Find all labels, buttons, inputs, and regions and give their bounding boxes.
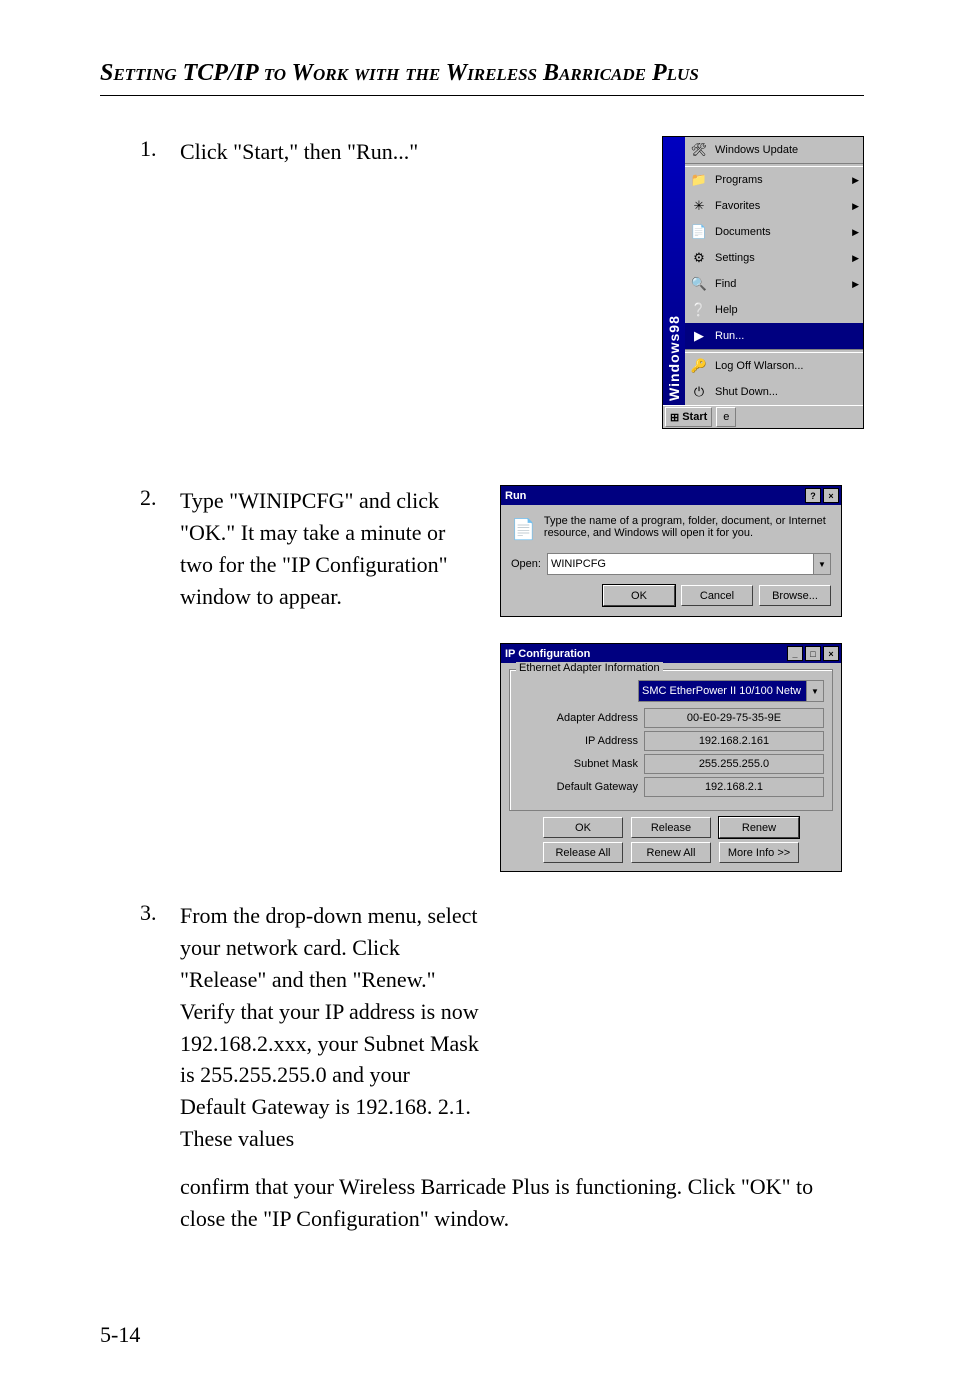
ipc-nic-select[interactable]: [638, 680, 806, 702]
menu-label: Log Off Wlarson...: [715, 360, 803, 372]
menu-label: Help: [715, 304, 738, 316]
steps-list: 1. Click "Start," then "Run..." Windows9…: [100, 136, 864, 1155]
ipc-renew-button[interactable]: Renew: [719, 817, 799, 838]
step-1: 1. Click "Start," then "Run..." Windows9…: [140, 136, 864, 457]
run-dialog: Run ? × 📄 Type the name of a program, fo…: [500, 485, 842, 617]
title-rule: [100, 95, 864, 96]
menu-label: Run...: [715, 330, 744, 342]
step-number: 1.: [140, 136, 180, 162]
run-cancel-button[interactable]: Cancel: [681, 585, 753, 606]
submenu-arrow-icon: ▶: [852, 279, 859, 290]
step-2: 2. Type "WINIPCFG" and click "OK." It ma…: [140, 485, 864, 872]
page-title: Setting TCP/IP to Work with the Wireless…: [100, 60, 864, 87]
start-menu-side-label: Windows98: [663, 137, 685, 405]
ipc-more-info-button[interactable]: More Info >>: [719, 842, 799, 863]
menu-programs[interactable]: 📁 Programs ▶: [685, 167, 863, 193]
ipc-renew-all-button[interactable]: Renew All: [631, 842, 711, 863]
ipc-ip-value: 192.168.2.161: [644, 731, 824, 751]
menu-documents[interactable]: 📄 Documents ▶: [685, 219, 863, 245]
ipc-gw-value: 192.168.2.1: [644, 777, 824, 797]
logoff-icon: 🔑: [689, 356, 709, 376]
programs-icon: 📁: [689, 170, 709, 190]
dropdown-arrow-icon[interactable]: ▼: [806, 680, 824, 702]
documents-icon: 📄: [689, 222, 709, 242]
step-number: 2.: [140, 485, 180, 511]
windows-logo-icon: ⊞: [670, 411, 679, 424]
ipc-gw-label: Default Gateway: [518, 781, 644, 793]
run-ok-button[interactable]: OK: [603, 585, 675, 606]
menu-windows-update[interactable]: 🛠 Windows Update: [685, 137, 863, 163]
menu-favorites[interactable]: ✳ Favorites ▶: [685, 193, 863, 219]
step-text: Type "WINIPCFG" and click "OK." It may t…: [180, 485, 480, 613]
close-button[interactable]: ×: [823, 488, 839, 503]
run-open-label: Open:: [511, 558, 541, 570]
step-text: From the drop-down menu, select your net…: [180, 900, 480, 1155]
step-text: Click "Start," then "Run...": [180, 136, 642, 168]
menu-label: Settings: [715, 252, 755, 264]
run-title: Run: [505, 490, 526, 502]
submenu-arrow-icon: ▶: [852, 227, 859, 238]
ipc-mask-value: 255.255.255.0: [644, 754, 824, 774]
run-browse-button[interactable]: Browse...: [759, 585, 831, 606]
ipc-adapter-value: 00-E0-29-75-35-9E: [644, 708, 824, 728]
shutdown-icon: ⏻: [689, 382, 709, 402]
ipc-mask-label: Subnet Mask: [518, 758, 644, 770]
maximize-button[interactable]: □: [805, 646, 821, 661]
taskbar: ⊞ Start e: [663, 405, 863, 428]
ipc-release-all-button[interactable]: Release All: [543, 842, 623, 863]
ipc-ip-label: IP Address: [518, 735, 644, 747]
menu-label: Documents: [715, 226, 771, 238]
ipc-adapter-label: Adapter Address: [518, 712, 644, 724]
close-button[interactable]: ×: [823, 646, 839, 661]
page: Setting TCP/IP to Work with the Wireless…: [0, 0, 954, 1388]
find-icon: 🔍: [689, 274, 709, 294]
menu-label: Windows Update: [715, 144, 798, 156]
ipc-title: IP Configuration: [505, 648, 590, 660]
menu-label: Programs: [715, 174, 763, 186]
help-icon: ❔: [689, 300, 709, 320]
help-button[interactable]: ?: [805, 488, 821, 503]
menu-label: Shut Down...: [715, 386, 778, 398]
ipc-titlebar: IP Configuration _ □ ×: [501, 644, 841, 663]
submenu-arrow-icon: ▶: [852, 175, 859, 186]
page-number: 5-14: [100, 1322, 140, 1348]
start-button-label: Start: [682, 411, 707, 423]
favorites-icon: ✳: [689, 196, 709, 216]
start-menu-list: 🛠 Windows Update 📁 Programs ▶: [685, 137, 863, 405]
taskbar-quicklaunch-icon[interactable]: e: [716, 407, 736, 427]
menu-label: Favorites: [715, 200, 760, 212]
menu-shutdown[interactable]: ⏻ Shut Down...: [685, 379, 863, 405]
run-message: Type the name of a program, folder, docu…: [544, 515, 831, 539]
menu-find[interactable]: 🔍 Find ▶: [685, 271, 863, 297]
submenu-arrow-icon: ▶: [852, 201, 859, 212]
ipc-group-title: Ethernet Adapter Information: [516, 662, 663, 674]
run-icon: ▶: [689, 326, 709, 346]
menu-settings[interactable]: ⚙ Settings ▶: [685, 245, 863, 271]
step-3-continuation: confirm that your Wireless Barricade Plu…: [180, 1171, 820, 1235]
settings-icon: ⚙: [689, 248, 709, 268]
ipc-ok-button[interactable]: OK: [543, 817, 623, 838]
ipc-release-button[interactable]: Release: [631, 817, 711, 838]
submenu-arrow-icon: ▶: [852, 253, 859, 264]
menu-run[interactable]: ▶ Run...: [685, 323, 863, 349]
windows-update-icon: 🛠: [689, 140, 709, 160]
start-menu: Windows98 🛠 Windows Update 📁: [662, 136, 864, 429]
step-3: 3. From the drop-down menu, select your …: [140, 900, 864, 1155]
run-titlebar: Run ? ×: [501, 486, 841, 505]
start-button[interactable]: ⊞ Start: [665, 407, 712, 427]
menu-logoff[interactable]: 🔑 Log Off Wlarson...: [685, 353, 863, 379]
dropdown-arrow-icon[interactable]: ▼: [813, 553, 831, 575]
minimize-button[interactable]: _: [787, 646, 803, 661]
menu-label: Find: [715, 278, 736, 290]
run-open-input[interactable]: [547, 553, 813, 575]
step-number: 3.: [140, 900, 180, 926]
menu-help[interactable]: ❔ Help: [685, 297, 863, 323]
ipc-ethernet-group: Ethernet Adapter Information ▼ Adapter A…: [509, 669, 833, 811]
ip-configuration-dialog: IP Configuration _ □ × Ethernet Adapter …: [500, 643, 842, 872]
run-dialog-icon: 📄: [511, 515, 536, 543]
